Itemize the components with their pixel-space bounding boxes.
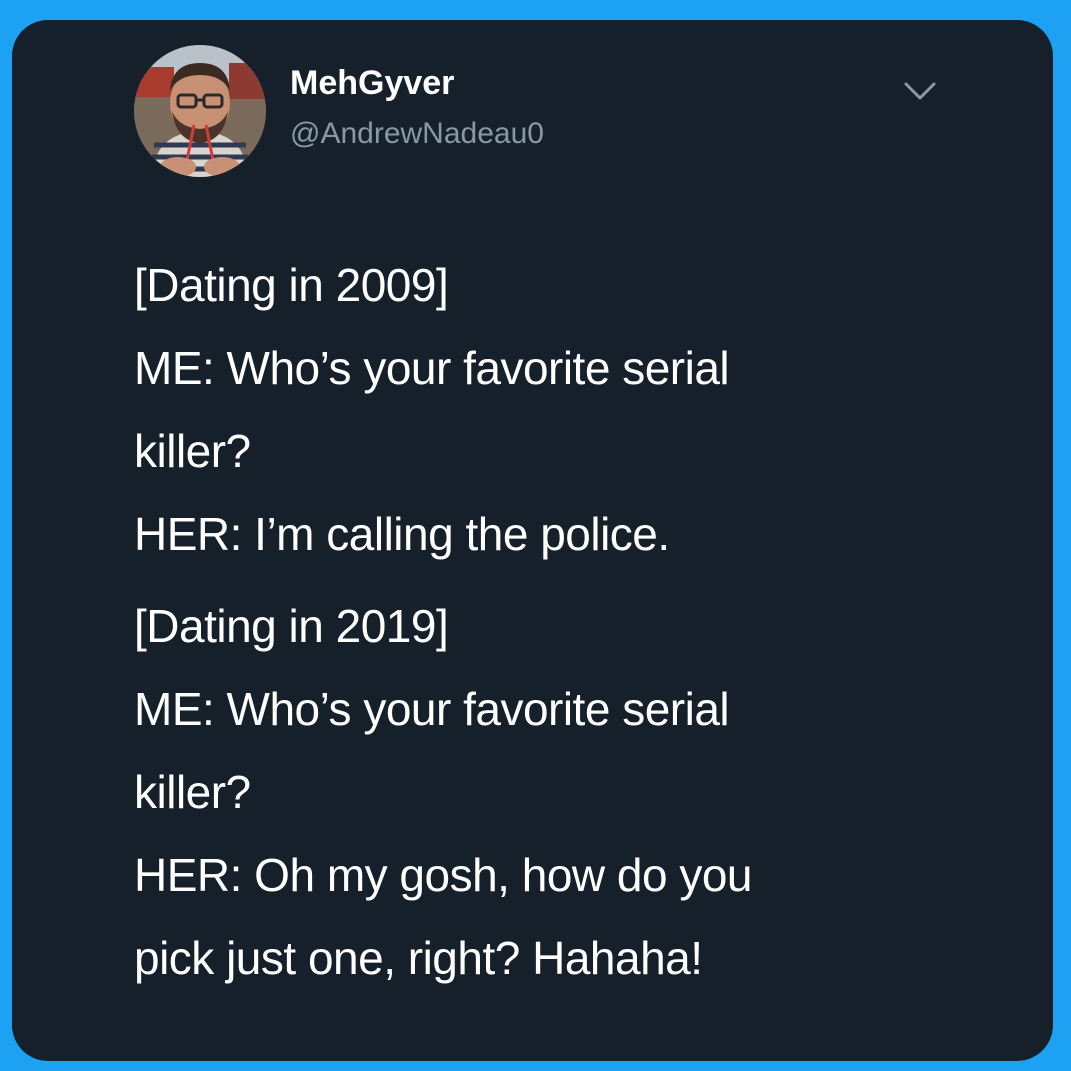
tweet-card: MehGyver @AndrewNadeau0 [Dating in 2009]… xyxy=(12,20,1053,1061)
author-avatar[interactable] xyxy=(134,45,266,177)
avatar-photo xyxy=(134,45,266,177)
tweet-line: killer? xyxy=(134,766,251,818)
tweet-paragraph-2009: [Dating in 2009] ME: Who’s your favorite… xyxy=(134,244,1014,576)
author-display-name[interactable]: MehGyver xyxy=(290,64,454,103)
tweet-text: [Dating in 2009] ME: Who’s your favorite… xyxy=(134,244,1014,1000)
tweet-line: ME: Who’s your favorite serial xyxy=(134,683,730,735)
tweet-line: HER: I’m calling the police. xyxy=(134,508,670,560)
author-handle[interactable]: @AndrewNadeau0 xyxy=(290,117,544,151)
tweet-line: ME: Who’s your favorite serial xyxy=(134,342,730,394)
tweet-line: killer? xyxy=(134,425,251,477)
chevron-down-icon-glyph xyxy=(904,82,936,100)
chevron-down-icon[interactable] xyxy=(900,76,940,106)
tweet-line: [Dating in 2019] xyxy=(134,600,449,652)
tweet-line: pick just one, right? Hahaha! xyxy=(134,932,703,984)
tweet-line: [Dating in 2009] xyxy=(134,259,449,311)
tweet-line: HER: Oh my gosh, how do you xyxy=(134,849,753,901)
tweet-paragraph-2019: [Dating in 2019] ME: Who’s your favorite… xyxy=(134,585,1014,1000)
